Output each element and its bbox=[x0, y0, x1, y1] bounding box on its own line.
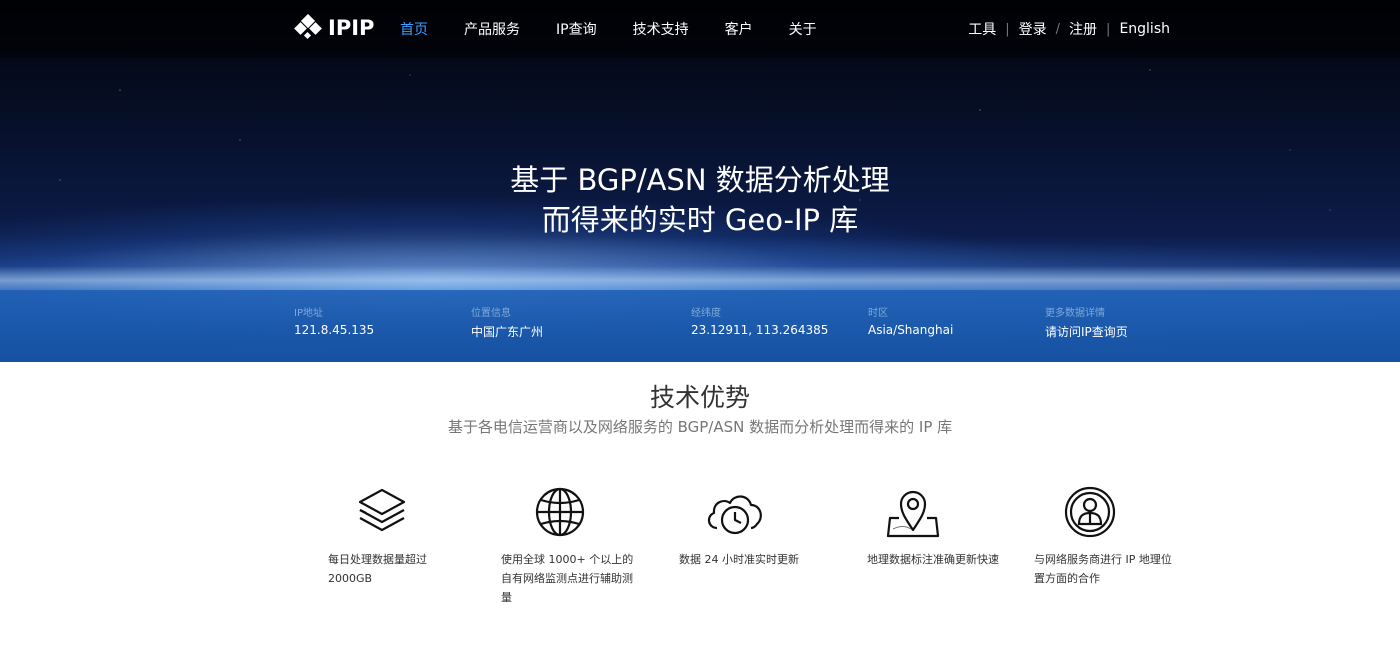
ip-info-band: IP地址 121.8.45.135 位置信息 中国广东广州 经纬度 23.129… bbox=[0, 290, 1400, 362]
info-coordinates: 经纬度 23.12911, 113.264385 bbox=[691, 304, 828, 337]
ipip-logo-icon bbox=[294, 14, 322, 40]
logo-text: IPIP bbox=[328, 16, 375, 40]
hero-banner: IPIP 首页 产品服务 IP查询 技术支持 客户 关于 工具 | 登录 / 注… bbox=[0, 0, 1400, 362]
nav-item-about[interactable]: 关于 bbox=[789, 19, 817, 39]
info-value: 23.12911, 113.264385 bbox=[691, 323, 829, 337]
login-link[interactable]: 登录 bbox=[1019, 19, 1047, 39]
info-value: 中国广东广州 bbox=[471, 325, 544, 339]
nav-item-customers[interactable]: 客户 bbox=[725, 19, 753, 39]
globe-icon bbox=[535, 487, 585, 537]
feature-item: 使用全球 1000+ 个以上的自有网络监测点进行辅助测量 bbox=[501, 484, 641, 607]
nav-divider: | bbox=[1106, 21, 1111, 37]
feature-item: 与网络服务商进行 IP 地理位置方面的合作 bbox=[1034, 484, 1174, 588]
layers-icon bbox=[358, 488, 406, 532]
feature-text: 使用全球 1000+ 个以上的自有网络监测点进行辅助测量 bbox=[501, 553, 634, 604]
top-navigation: IPIP 首页 产品服务 IP查询 技术支持 客户 关于 工具 | 登录 / 注… bbox=[0, 0, 1400, 58]
nav-divider: / bbox=[1055, 21, 1061, 37]
section-subtitle: 基于各电信运营商以及网络服务的 BGP/ASN 数据而分析处理而得来的 IP 库 bbox=[447, 418, 953, 436]
language-switch-link[interactable]: English bbox=[1119, 21, 1170, 37]
hero-headline: 基于 BGP/ASN 数据分析处理 而得来的实时 Geo-IP 库 bbox=[0, 160, 1400, 240]
ipip-logo[interactable]: IPIP bbox=[294, 13, 374, 43]
nav-item-products[interactable]: 产品服务 bbox=[464, 19, 520, 39]
register-link[interactable]: 注册 bbox=[1069, 19, 1097, 39]
user-circle-icon bbox=[1064, 486, 1116, 538]
info-label: 更多数据详情 bbox=[1045, 308, 1105, 319]
info-label: 经纬度 bbox=[691, 308, 721, 319]
earth-horizon-glow bbox=[0, 266, 1400, 292]
feature-item: 每日处理数据量超过 2000GB bbox=[328, 484, 468, 588]
info-label: IP地址 bbox=[294, 308, 323, 319]
nav-item-home[interactable]: 首页 bbox=[400, 19, 428, 39]
feature-item: 地理数据标注准确更新快速 bbox=[867, 484, 1007, 569]
feature-text: 与网络服务商进行 IP 地理位置方面的合作 bbox=[1034, 553, 1172, 585]
main-menu: 首页 产品服务 IP查询 技术支持 客户 关于 bbox=[400, 19, 853, 39]
hero-headline-line-1: 基于 BGP/ASN 数据分析处理 bbox=[510, 163, 890, 197]
cloud-clock-icon bbox=[707, 495, 762, 535]
ip-lookup-page-link[interactable]: 请访问IP查询页 bbox=[1045, 323, 1128, 340]
info-more-details: 更多数据详情 请访问IP查询页 bbox=[1045, 304, 1128, 340]
feature-text: 每日处理数据量超过 2000GB bbox=[328, 553, 427, 585]
info-location: 位置信息 中国广东广州 bbox=[471, 304, 543, 340]
map-pin-icon bbox=[886, 490, 940, 538]
feature-text: 地理数据标注准确更新快速 bbox=[867, 553, 999, 566]
tools-link[interactable]: 工具 bbox=[968, 19, 996, 39]
nav-item-ip-lookup[interactable]: IP查询 bbox=[556, 19, 597, 39]
info-ip-address: IP地址 121.8.45.135 bbox=[294, 304, 374, 337]
info-label: 时区 bbox=[868, 308, 888, 319]
hero-headline-line-2: 而得来的实时 Geo-IP 库 bbox=[541, 203, 859, 237]
feature-text: 数据 24 小时准实时更新 bbox=[679, 553, 799, 566]
nav-item-support[interactable]: 技术支持 bbox=[633, 19, 689, 39]
info-value: 121.8.45.135 bbox=[294, 323, 375, 337]
feature-item: 数据 24 小时准实时更新 bbox=[679, 484, 819, 569]
nav-divider: | bbox=[1005, 21, 1010, 37]
nav-right-links: 工具 | 登录 / 注册 | English bbox=[968, 19, 1170, 39]
info-timezone: 时区 Asia/Shanghai bbox=[868, 304, 953, 337]
info-label: 位置信息 bbox=[471, 308, 511, 319]
info-value: Asia/Shanghai bbox=[868, 323, 954, 337]
section-title: 技术优势 bbox=[649, 383, 750, 412]
